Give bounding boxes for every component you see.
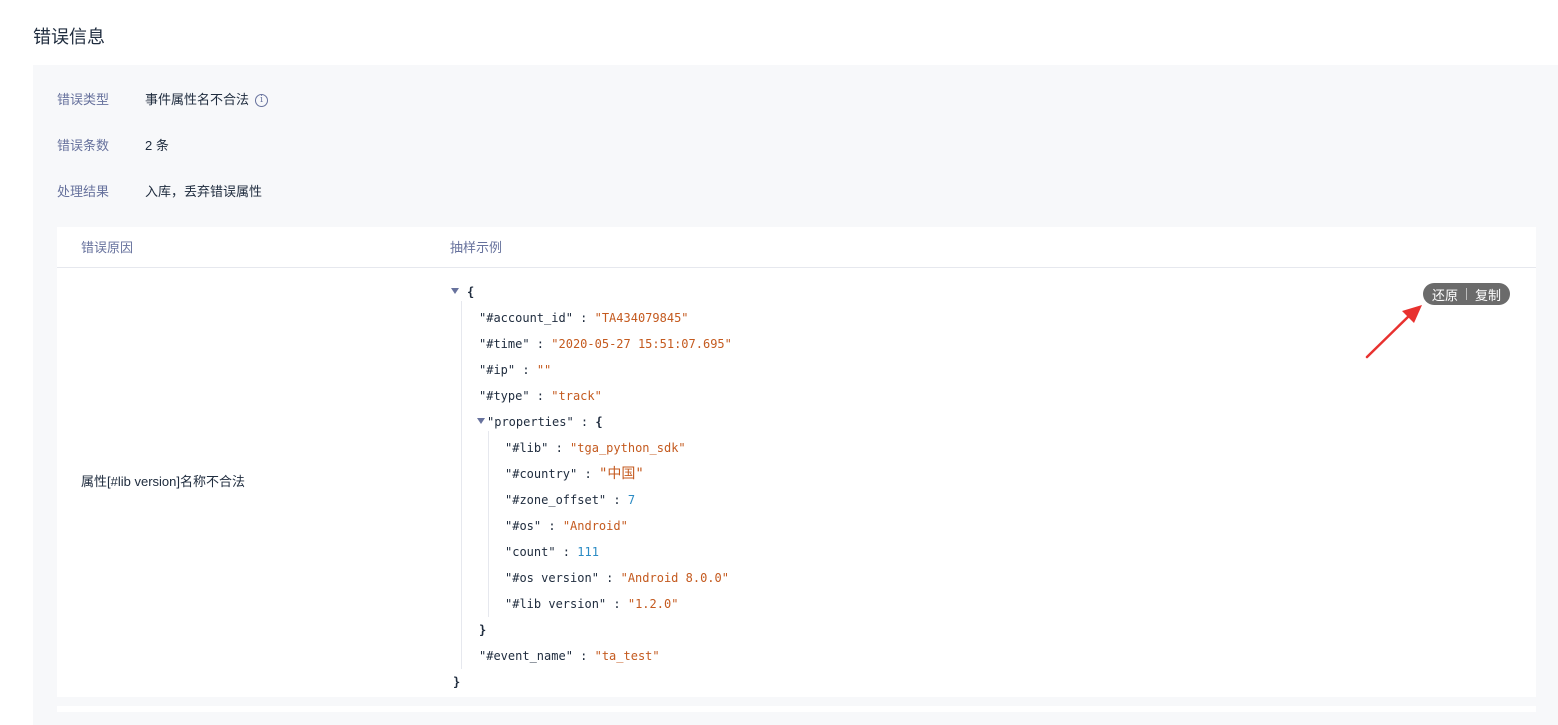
json-key: "#ip" <box>479 363 516 377</box>
json-line-properties-open: "properties" : { <box>451 409 732 435</box>
json-key: "#country" <box>505 467 578 481</box>
json-key: "#account_id" <box>479 311 573 325</box>
json-line-root-close: } <box>453 675 461 689</box>
table-header: 错误原因 抽样示例 <box>57 227 1536 268</box>
json-key: "#os version" <box>505 571 599 585</box>
collapse-root-caret-icon[interactable] <box>451 288 459 294</box>
error-info-panel: 错误类型 事件属性名不合法 i 错误条数 2 条 处理结果 入库，丢弃错误属性 … <box>33 65 1558 725</box>
json-value: "TA434079845" <box>594 311 689 325</box>
page-title: 错误信息 <box>33 27 105 47</box>
json-value: "ta_test" <box>594 649 660 663</box>
json-line-os: "#os" : "Android" <box>505 519 628 533</box>
info-row-error-type: 错误类型 事件属性名不合法 i <box>57 90 269 110</box>
json-key: "count" <box>505 545 556 559</box>
json-value: 7 <box>627 493 636 507</box>
info-label-handle-result: 处理结果 <box>57 184 110 199</box>
info-value-error-type: 事件属性名不合法 i <box>145 90 269 110</box>
info-label-error-count: 错误条数 <box>57 138 110 153</box>
info-icon[interactable]: i <box>255 93 269 107</box>
restore-button[interactable]: 还原 <box>1432 285 1458 304</box>
json-line-type: "#type" : "track" <box>479 389 602 403</box>
json-key: "#lib" <box>505 441 549 455</box>
json-value: "" <box>536 363 552 377</box>
json-value: 111 <box>577 545 599 559</box>
info-value-error-count: 2 条 <box>145 138 169 153</box>
json-line-country: "#country" : "中国" <box>505 466 644 482</box>
pill-divider <box>1466 288 1468 300</box>
info-row-handle-result: 处理结果 入库，丢弃错误属性 <box>57 182 262 202</box>
json-actions-pill: 还原 复制 <box>1423 283 1511 305</box>
json-value: "2020-05-27 15:51:07.695" <box>551 337 732 351</box>
json-line-time: "#time" : "2020-05-27 15:51:07.695" <box>479 337 732 351</box>
info-value-handle-result: 入库，丢弃错误属性 <box>145 184 263 199</box>
json-line-os-version: "#os version" : "Android 8.0.0" <box>505 571 729 585</box>
json-key: "properties" <box>487 415 574 429</box>
json-key: "#time" <box>479 337 530 351</box>
collapse-properties-caret-icon[interactable] <box>477 418 485 424</box>
info-label-error-type: 错误类型 <box>57 92 110 107</box>
json-line-event-name: "#event_name" : "ta_test" <box>479 649 660 663</box>
json-sample: { "#account_id" : "TA434079845" "#time" … <box>451 279 732 695</box>
column-header-reason: 错误原因 <box>81 240 134 255</box>
info-row-error-count: 错误条数 2 条 <box>57 136 169 156</box>
annotation-arrow-icon <box>1365 305 1422 359</box>
next-row-edge <box>57 706 1536 712</box>
json-line-root-open: { <box>451 279 732 305</box>
json-line-lib: "#lib" : "tga_python_sdk" <box>505 441 686 455</box>
json-line-lib-version: "#lib version" : "1.2.0" <box>505 597 679 611</box>
json-line-properties-close: } <box>479 623 487 637</box>
json-key: "#os" <box>505 519 542 533</box>
json-line-count: "count" : 111 <box>505 545 599 559</box>
json-value: "中国" <box>598 466 644 482</box>
json-value: "1.2.0" <box>627 597 679 611</box>
json-value: "Android 8.0.0" <box>620 571 729 585</box>
copy-button[interactable]: 复制 <box>1475 285 1501 304</box>
json-line-ip: "#ip" : "" <box>479 363 552 377</box>
json-line-zone-offset: "#zone_offset" : 7 <box>505 493 636 507</box>
json-value: "tga_python_sdk" <box>570 441 686 455</box>
json-key: "#type" <box>479 389 530 403</box>
error-reason-cell: 属性[#lib version]名称不合法 <box>81 474 245 489</box>
json-key: "#lib version" <box>505 597 607 611</box>
json-line-account-id: "#account_id" : "TA434079845" <box>479 311 689 325</box>
column-header-sample: 抽样示例 <box>450 240 503 255</box>
json-value: "track" <box>551 389 602 403</box>
json-value: "Android" <box>562 519 628 533</box>
error-table: 错误原因 抽样示例 属性[#lib version]名称不合法 { "#acco… <box>57 227 1536 697</box>
json-key: "#zone_offset" <box>505 493 607 507</box>
json-key: "#event_name" <box>479 649 573 663</box>
error-type-text: 事件属性名不合法 <box>145 92 250 107</box>
